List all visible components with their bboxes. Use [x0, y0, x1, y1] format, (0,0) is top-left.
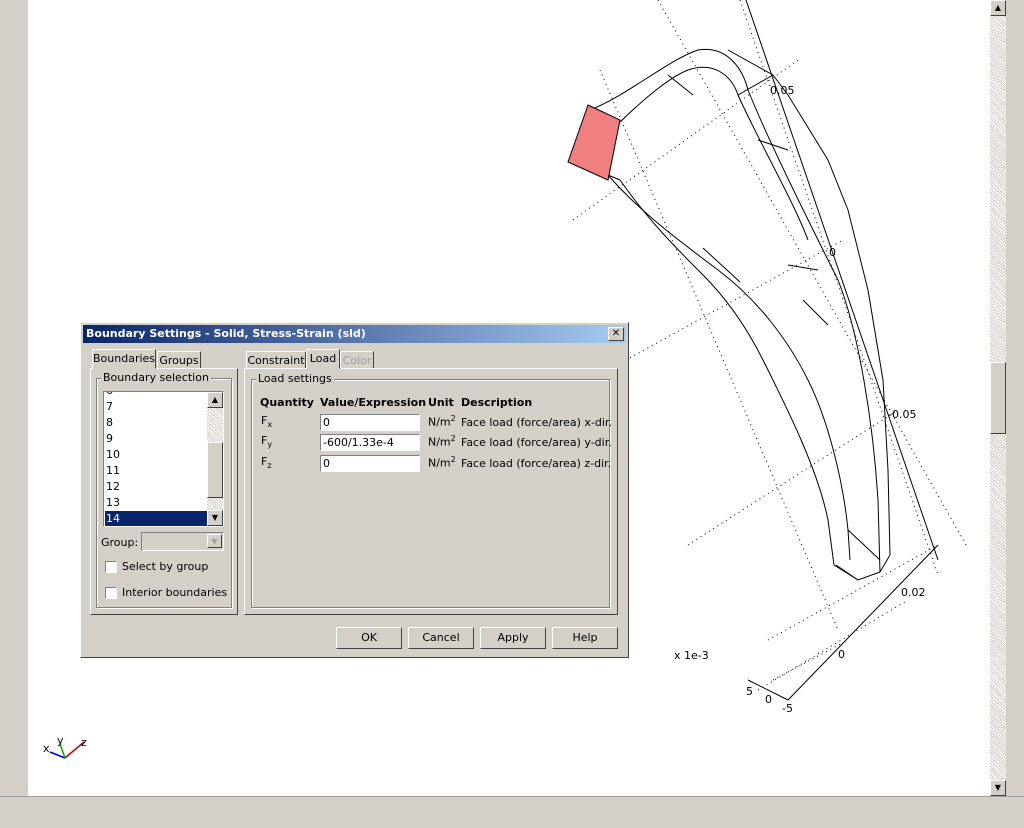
scroll-down-arrow-icon[interactable]: ▼	[990, 780, 1006, 796]
axis-triad-icon: x y z	[43, 734, 87, 759]
column-header-unit: Unit	[428, 396, 454, 409]
boundary-selection-label: Boundary selection	[101, 371, 211, 384]
column-header-description: Description	[461, 396, 533, 409]
beam-section-line	[737, 74, 774, 96]
axis-tick-label: 0	[829, 246, 836, 259]
list-item[interactable]: 8	[105, 415, 208, 431]
quantity-fz: Fz	[261, 455, 272, 471]
beam-edge	[607, 174, 851, 561]
apply-button[interactable]: Apply	[480, 627, 546, 649]
listbox-scroll-thumb[interactable]	[207, 442, 223, 498]
select-by-group-label: Select by group	[122, 560, 209, 573]
list-item[interactable]: 6	[105, 392, 208, 399]
axis-tick-label: -0.05	[888, 408, 916, 421]
close-icon[interactable]: ✕	[608, 327, 624, 341]
beam-section-line	[702, 247, 741, 283]
interior-boundaries-checkbox[interactable]	[105, 587, 117, 599]
axis-grid-line	[657, 0, 967, 546]
tab-groups[interactable]: Groups	[157, 351, 201, 369]
chevron-down-icon[interactable]: ▼	[207, 534, 222, 548]
list-item-selected[interactable]: 14	[105, 511, 208, 526]
fz-value-input[interactable]: 0	[320, 455, 420, 472]
axis-scale-label: x 1e-3	[674, 649, 709, 662]
triad-z-label: z	[81, 736, 87, 749]
listbox-scrollbar[interactable]: ▲ ▼	[207, 392, 223, 526]
beam-edge	[727, 49, 891, 573]
list-item[interactable]: 11	[105, 463, 208, 479]
list-item[interactable]: 12	[105, 479, 208, 495]
axis-grid-line	[757, 599, 909, 691]
tab-load[interactable]: Load	[306, 349, 340, 369]
dialog-titlebar[interactable]: Boundary Settings - Solid, Stress-Strain…	[83, 325, 626, 343]
list-item[interactable]: 9	[105, 431, 208, 447]
selected-boundary-face[interactable]	[567, 104, 621, 181]
bottom-status-strip	[0, 796, 1024, 828]
list-item[interactable]: 13	[105, 495, 208, 511]
ok-button[interactable]: OK	[336, 627, 402, 649]
dialog-title: Boundary Settings - Solid, Stress-Strain…	[86, 327, 366, 340]
scroll-down-arrow-icon[interactable]: ▼	[207, 510, 223, 526]
triad-y-label: y	[57, 734, 64, 747]
axis-tick-label: 0	[765, 693, 772, 706]
list-item[interactable]: 7	[105, 399, 208, 415]
select-by-group-checkbox[interactable]	[105, 561, 117, 573]
help-button[interactable]: Help	[552, 627, 618, 649]
axis-grid-line	[687, 409, 899, 546]
axis-tick-label: 5	[746, 685, 753, 698]
beam-edge	[619, 179, 881, 581]
fx-unit: N/m2	[428, 414, 456, 429]
beam-wireframe	[589, 48, 891, 581]
axis-grid-line	[599, 69, 839, 631]
axis-tick-label: 0.05	[770, 84, 795, 97]
beam-section-line	[802, 299, 829, 326]
axis-line	[787, 544, 939, 701]
axis-tick-label: 0	[838, 648, 845, 661]
group-label: Group:	[101, 536, 139, 549]
boundary-listbox[interactable]: 6 7 8 9 10 11 12 13 14 ▲ ▼	[103, 391, 224, 527]
beam-edge	[589, 48, 881, 573]
interior-boundaries-label: Interior boundaries	[122, 586, 228, 599]
fy-description: Face load (force/area) y-dir.	[461, 436, 612, 449]
tab-color: Color	[340, 351, 374, 369]
list-item[interactable]: 10	[105, 447, 208, 463]
vertical-scrollbar[interactable]: ▲ ▼	[990, 0, 1006, 796]
triad-x-label: x	[43, 742, 50, 755]
beam-section-line	[835, 564, 859, 581]
tab-boundaries[interactable]: Boundaries	[92, 349, 156, 369]
cancel-button[interactable]: Cancel	[408, 627, 474, 649]
quantity-fx: Fx	[261, 414, 273, 430]
scrollbar-thumb[interactable]	[990, 362, 1006, 434]
fy-unit: N/m2	[428, 434, 456, 449]
fz-description: Face load (force/area) z-dir.	[461, 457, 612, 470]
fz-unit: N/m2	[428, 455, 456, 470]
column-header-value: Value/Expression	[320, 396, 427, 409]
fx-description: Face load (force/area) x-dir.	[461, 416, 612, 429]
group-select[interactable]: ▼	[141, 532, 224, 551]
tab-constraint[interactable]: Constraint	[246, 351, 306, 369]
beam-section-line	[847, 529, 881, 561]
beam-section-line	[787, 264, 819, 271]
scroll-up-arrow-icon[interactable]: ▲	[990, 0, 1006, 16]
fx-value-input[interactable]: 0	[320, 414, 420, 431]
load-settings-label: Load settings	[256, 372, 334, 385]
fy-value-input[interactable]: -600/1.33e-4	[320, 434, 420, 451]
quantity-fy: Fy	[261, 434, 273, 450]
axis-tick-label: 0.02	[901, 586, 926, 599]
axis-tick-label: -5	[782, 702, 793, 715]
beam-section-line	[667, 74, 694, 96]
scroll-up-arrow-icon[interactable]: ▲	[207, 392, 223, 408]
column-header-quantity: Quantity	[260, 396, 314, 409]
